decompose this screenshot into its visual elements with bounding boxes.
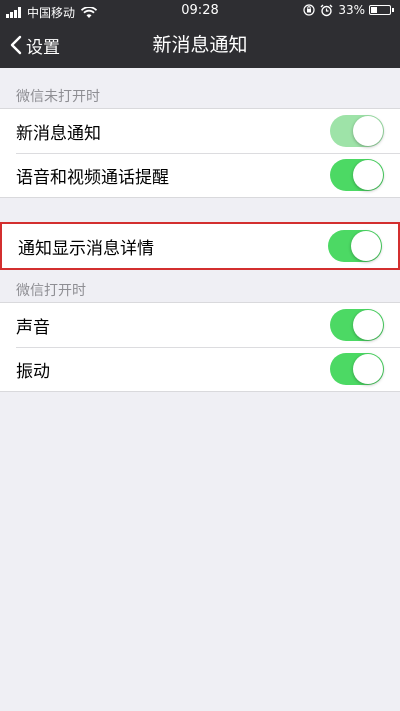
section-header-wechat-open: 微信打开时 [16,283,86,299]
row-sound: 声音 [0,303,400,347]
vibrate-toggle[interactable] [330,353,384,385]
group-wechat-closed: 新消息通知 语音和视频通话提醒 [0,108,400,198]
row-vibrate: 振动 [0,347,400,391]
orientation-lock-icon [303,4,315,16]
toggle-knob [353,310,383,340]
row-new-message-notification: 新消息通知 [0,109,400,153]
new-message-toggle[interactable] [330,115,384,147]
status-right: 33% [303,3,394,17]
toggle-knob [351,231,381,261]
row-label: 振动 [16,361,50,382]
toggle-knob [353,116,383,146]
alarm-icon [320,4,333,16]
show-details-toggle[interactable] [328,230,382,262]
status-bar: 中国移动 09:28 33% [0,0,400,22]
navigation-bar: 设置 新消息通知 [0,22,400,68]
row-label: 通知显示消息详情 [18,238,154,259]
row-voice-video-reminder: 语音和视频通话提醒 [0,153,400,197]
voice-video-toggle[interactable] [330,159,384,191]
battery-fill [371,7,377,13]
sound-toggle[interactable] [330,309,384,341]
row-show-message-details: 通知显示消息详情 [2,224,398,268]
battery-tip [392,8,394,12]
group-show-details: 通知显示消息详情 [0,222,400,270]
page-title: 新消息通知 [152,34,248,56]
toggle-knob [353,354,383,384]
section-header-wechat-closed: 微信未打开时 [16,89,100,105]
battery-icon [369,5,391,15]
toggle-knob [353,160,383,190]
battery-percent: 33% [338,3,365,17]
row-label: 语音和视频通话提醒 [16,167,169,188]
group-wechat-open: 声音 振动 [0,302,400,392]
row-label: 声音 [16,317,50,338]
row-label: 新消息通知 [16,123,101,144]
